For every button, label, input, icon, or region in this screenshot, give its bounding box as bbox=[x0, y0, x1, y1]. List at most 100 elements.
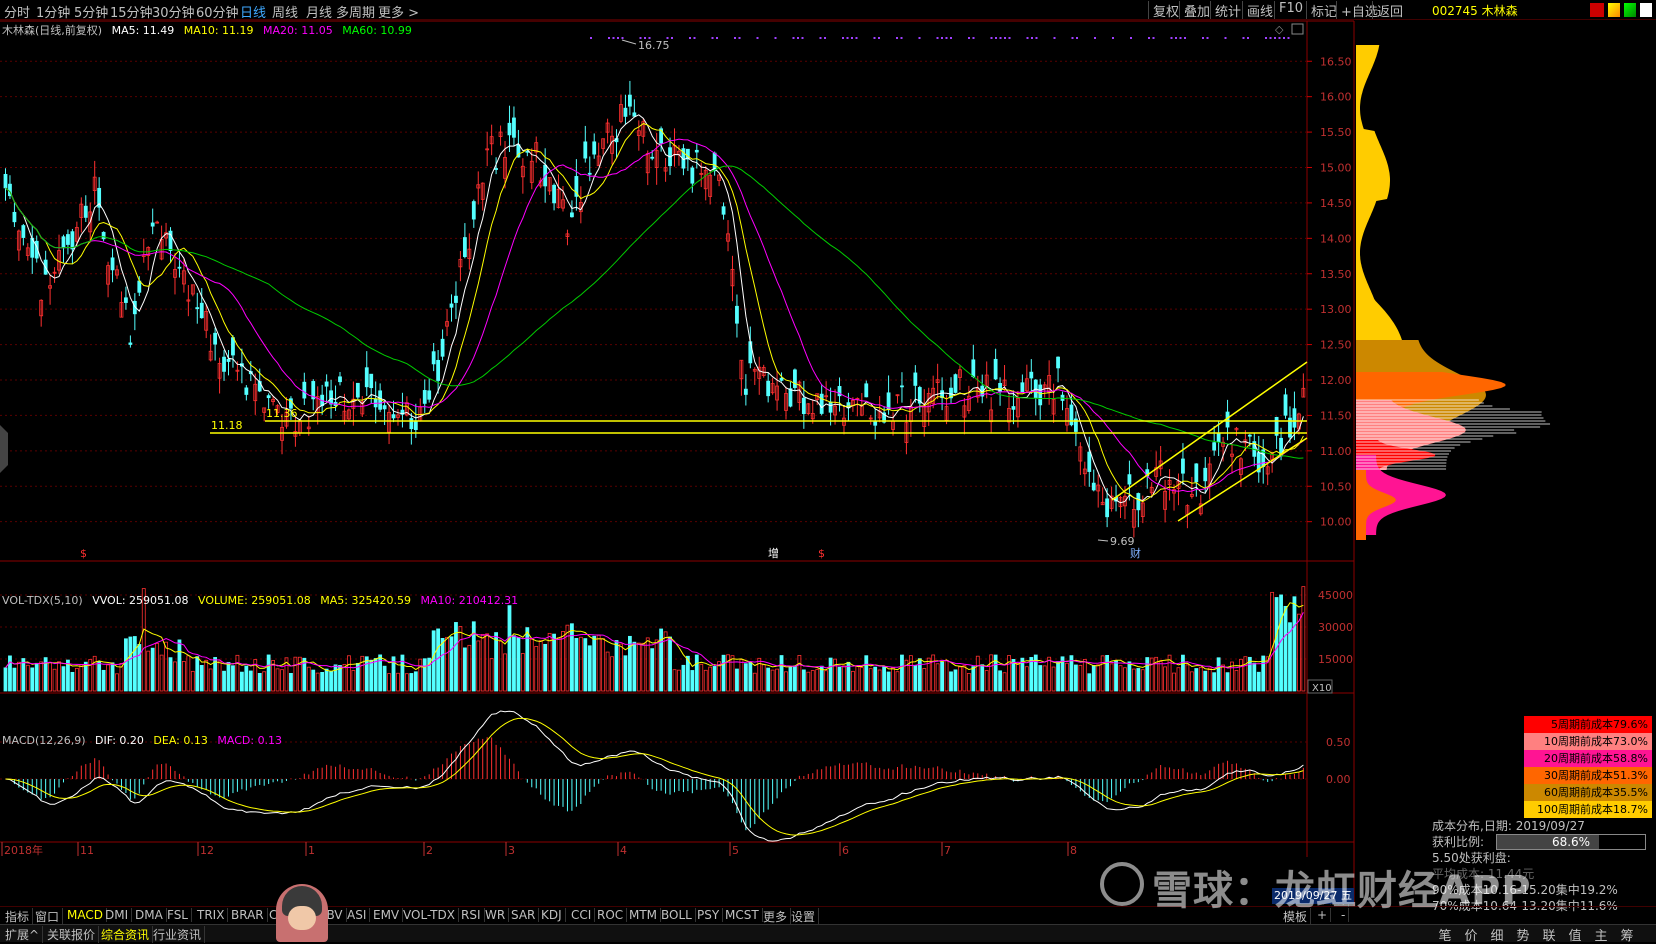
indicator-tab-22[interactable]: PSY bbox=[694, 908, 724, 922]
event-marker[interactable]: 增 bbox=[768, 546, 779, 560]
event-marker[interactable]: $ bbox=[80, 547, 87, 560]
top-dot bbox=[918, 37, 921, 39]
footer-tab-1[interactable]: 关联报价 bbox=[44, 926, 100, 943]
indicator-tab-23[interactable]: MCST bbox=[722, 908, 763, 922]
support-label-upper: 11.36 bbox=[266, 407, 298, 420]
volume-bar bbox=[25, 664, 30, 692]
macd-header: MACD(12,26,9) DIF: 0.20 DEA: 0.13 MACD: … bbox=[2, 734, 282, 747]
period-tab-1[interactable]: 1分钟 bbox=[36, 2, 70, 21]
indicator-tab-21[interactable]: BOLL bbox=[658, 908, 696, 922]
diamond-icon[interactable]: ◇ bbox=[1275, 23, 1284, 36]
indicator-tab-2[interactable]: MACD bbox=[64, 908, 107, 922]
event-marker[interactable]: $ bbox=[818, 547, 825, 560]
period-tab-10[interactable]: 更多 > bbox=[378, 2, 419, 21]
candle-body bbox=[449, 303, 454, 308]
indicator-tab-16[interactable]: SAR bbox=[508, 908, 540, 922]
collapse-handle[interactable] bbox=[0, 425, 8, 473]
candle-body bbox=[436, 359, 441, 381]
indicator-tab-0[interactable]: 指标 bbox=[2, 908, 34, 925]
volume-header: VOL-TDX(5,10) VVOL: 259051.08 VOLUME: 25… bbox=[2, 594, 518, 607]
period-tab-2[interactable]: 5分钟 bbox=[74, 2, 108, 21]
tool-button-0[interactable]: 复权 bbox=[1148, 1, 1183, 20]
volume-bar bbox=[641, 642, 646, 692]
tool-button-3[interactable]: 画线 bbox=[1242, 1, 1277, 20]
volume-bar bbox=[1172, 672, 1176, 692]
indicator-tab-13[interactable]: VOL-TDX bbox=[400, 908, 459, 922]
volume-bar bbox=[124, 638, 128, 692]
footer-tab-0[interactable]: 扩展^ bbox=[2, 926, 44, 943]
stock-code-name: 002745 木林森 bbox=[1432, 4, 1518, 18]
right-footer-tab-1[interactable]: 价 bbox=[1458, 925, 1484, 944]
candle-body bbox=[587, 172, 592, 175]
footer-tab-3[interactable]: 行业资讯 bbox=[150, 926, 206, 943]
main-chart-header: 木林森(日线,前复权) MA5: 11.49 MA10: 11.19 MA20:… bbox=[2, 22, 412, 38]
indicator-tab-15[interactable]: WR bbox=[482, 908, 510, 922]
footer-tab-2[interactable]: 综合资讯 bbox=[98, 926, 154, 943]
indicator-tab-7[interactable]: BRAR bbox=[228, 908, 268, 922]
indicator-tab-14[interactable]: RSI bbox=[458, 908, 485, 922]
high-price-label: 16.75 bbox=[638, 39, 670, 52]
tool-button-1[interactable]: 叠加 bbox=[1179, 1, 1214, 20]
cost-distribution-chart bbox=[1356, 45, 1551, 540]
candle-body bbox=[427, 390, 432, 400]
volume-bar bbox=[587, 645, 592, 692]
pencil-icon[interactable] bbox=[1608, 3, 1620, 17]
right-footer-tab-7[interactable]: 筹 bbox=[1614, 925, 1640, 944]
candle-body bbox=[900, 385, 904, 388]
right-footer-tab-5[interactable]: 值 bbox=[1562, 925, 1588, 944]
vol-tick-label: 45000 bbox=[1318, 589, 1353, 602]
volume-bar bbox=[877, 669, 882, 692]
window-icon[interactable] bbox=[1291, 23, 1304, 35]
indicator-tab-4[interactable]: DMA bbox=[132, 908, 167, 922]
right-footer-tab-4[interactable]: 联 bbox=[1536, 925, 1562, 944]
candle-body bbox=[993, 358, 998, 380]
period-tab-4[interactable]: 30分钟 bbox=[152, 2, 195, 21]
ma-label-2: MA20: 11.05 bbox=[259, 24, 333, 37]
top-dot bbox=[1242, 37, 1245, 39]
volume-title: VOL-TDX(5,10) bbox=[2, 594, 83, 607]
tool-button-4[interactable]: F10 bbox=[1274, 1, 1307, 19]
period-tab-7[interactable]: 周线 bbox=[272, 2, 298, 21]
indicator-tab-12[interactable]: EMV bbox=[370, 908, 404, 922]
indicator-tab-17[interactable]: KDJ bbox=[538, 908, 566, 922]
volume-bar bbox=[177, 639, 182, 692]
indicator-tab-11[interactable]: ASI bbox=[344, 908, 371, 922]
period-tab-3[interactable]: 15分钟 bbox=[110, 2, 153, 21]
indicator-tab-24[interactable]: 更多 bbox=[760, 908, 792, 925]
period-tab-5[interactable]: 60分钟 bbox=[196, 2, 239, 21]
indicator-tab-3[interactable]: DMI bbox=[102, 908, 133, 922]
candle-body bbox=[1136, 493, 1141, 511]
top-dot bbox=[1130, 37, 1132, 39]
candle-body bbox=[1181, 458, 1185, 474]
indicator-tab-20[interactable]: MTM bbox=[626, 908, 662, 922]
period-tab-0[interactable]: 分时 bbox=[4, 2, 30, 21]
right-footer-tab-0[interactable]: 笔 bbox=[1432, 925, 1458, 944]
indicator-tab-18[interactable]: CCI bbox=[568, 908, 596, 922]
indicator-tab-19[interactable]: ROC bbox=[594, 908, 628, 922]
period-tab-8[interactable]: 月线 bbox=[306, 2, 332, 21]
volume-bar bbox=[320, 671, 325, 692]
candle-body bbox=[66, 234, 70, 245]
indicator-tab-6[interactable]: TRIX bbox=[194, 908, 229, 922]
flag-icon[interactable] bbox=[1590, 3, 1604, 17]
avatar bbox=[276, 884, 328, 942]
arrow-icon[interactable] bbox=[1624, 3, 1636, 17]
indicator-tab-1[interactable]: 窗口 bbox=[32, 908, 64, 925]
top-dot bbox=[1287, 37, 1290, 39]
volume-bar bbox=[1145, 657, 1150, 692]
candle-body bbox=[177, 266, 182, 269]
indicator-tab-25[interactable]: 设置 bbox=[788, 908, 820, 925]
right-footer-tab-3[interactable]: 势 bbox=[1510, 925, 1536, 944]
right-footer-tab-6[interactable]: 主 bbox=[1588, 925, 1614, 944]
indicator-tab-5[interactable]: FSL bbox=[164, 908, 192, 922]
tool-button-2[interactable]: 统计 bbox=[1210, 1, 1245, 20]
volume-bar bbox=[1029, 657, 1034, 692]
event-marker[interactable]: 财 bbox=[1130, 546, 1141, 560]
candle-body bbox=[552, 184, 556, 204]
period-tab-9[interactable]: 多周期 bbox=[336, 2, 375, 21]
cost-legend-label: 5周期前成本79.6% bbox=[1551, 718, 1648, 731]
right-footer-tab-2[interactable]: 细 bbox=[1484, 925, 1510, 944]
tool-button-7[interactable]: 返回 bbox=[1372, 1, 1407, 20]
menu-icon[interactable] bbox=[1640, 3, 1652, 17]
period-tab-6[interactable]: 日线 bbox=[240, 2, 266, 21]
